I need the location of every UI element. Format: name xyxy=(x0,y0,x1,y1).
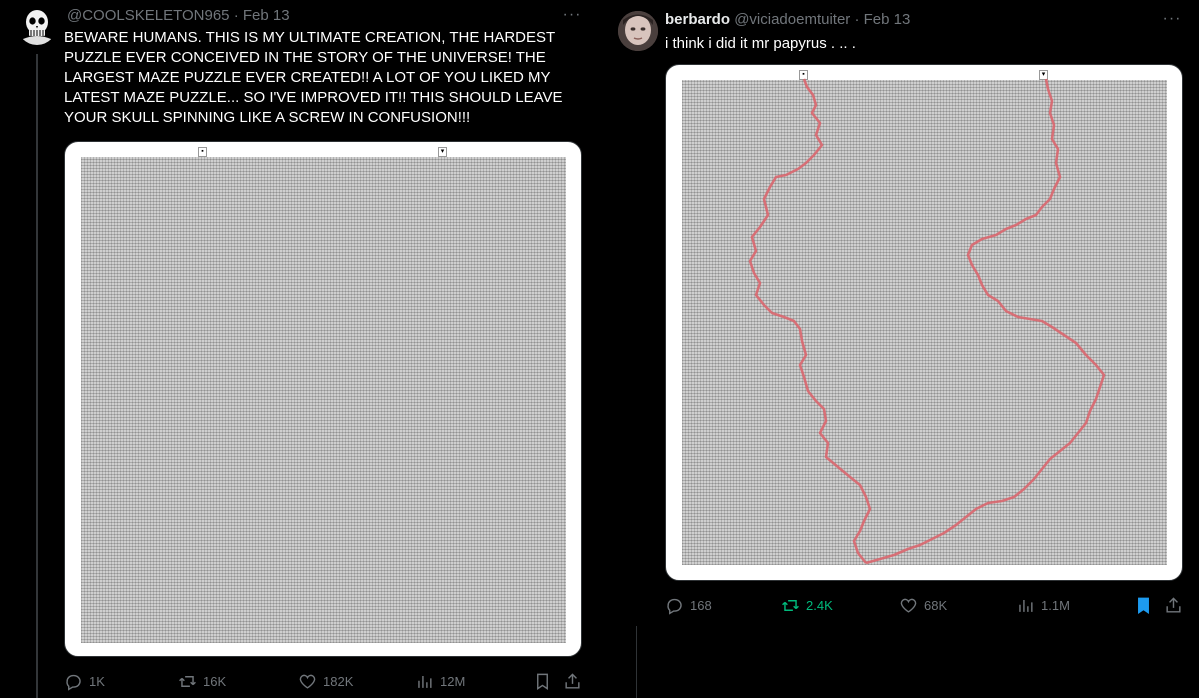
share-button[interactable] xyxy=(1164,594,1189,616)
maze-end-marker: ▾ xyxy=(438,147,447,157)
heart-icon xyxy=(299,674,316,689)
repost-count: 16K xyxy=(203,673,227,689)
like-button[interactable]: 182K xyxy=(298,670,353,692)
views-icon xyxy=(418,675,432,688)
tweet-media[interactable]: ▪ ▾ xyxy=(665,64,1183,581)
repost-count: 2.4K xyxy=(806,597,833,613)
like-button[interactable]: 68K xyxy=(899,594,947,616)
views-count: 12M xyxy=(440,673,466,689)
display-name[interactable]: berbardo xyxy=(665,11,730,28)
tweet-text: BEWARE HUMANS. THIS IS MY ULTIMATE CREAT… xyxy=(64,29,563,126)
reply-icon xyxy=(66,674,81,691)
skull-avatar-icon xyxy=(17,5,57,45)
tweet-actions: 168 2.4K 68K 1.1M xyxy=(665,594,1185,616)
handle[interactable]: @viciadoemtuiter xyxy=(734,11,850,28)
heart-icon xyxy=(900,598,917,613)
tweet-media[interactable]: ▪ ▾ xyxy=(64,141,582,657)
tweet-berbardo[interactable]: berbardo @viciadoemtuiter · Feb 13 ··· i… xyxy=(601,0,1199,626)
tweet-header: berbardo @viciadoemtuiter · Feb 13 xyxy=(665,10,910,30)
reply-count: 168 xyxy=(690,597,712,613)
maze-start-marker: ▪ xyxy=(198,147,207,157)
separator: · xyxy=(854,11,860,28)
views-count: 1.1M xyxy=(1041,597,1070,613)
share-icon xyxy=(1166,596,1181,613)
views-button[interactable]: 12M xyxy=(415,670,465,692)
maze-image xyxy=(81,157,566,643)
avatar-coolskeleton[interactable] xyxy=(17,5,57,45)
thread-line-stub xyxy=(636,626,637,698)
repost-button[interactable]: 16K xyxy=(178,670,226,692)
thread-line xyxy=(36,54,38,698)
tweet-coolskeleton[interactable]: @COOLSKELETON965 · Feb 13 ··· BEWARE HUM… xyxy=(0,0,597,698)
bookmark-icon xyxy=(1138,597,1149,614)
views-icon xyxy=(1019,599,1033,612)
repost-button[interactable]: 2.4K xyxy=(781,594,833,616)
reply-count: 1K xyxy=(89,673,105,689)
repost-icon xyxy=(782,599,799,611)
repost-icon xyxy=(179,675,196,687)
avatar-berbardo[interactable] xyxy=(618,11,658,51)
reply-icon xyxy=(667,598,682,615)
timestamp[interactable]: Feb 13 xyxy=(864,11,911,28)
tweet-actions: 1K 16K 182K 12M xyxy=(64,670,584,692)
bookmark-button[interactable] xyxy=(1134,594,1159,616)
views-button[interactable]: 1.1M xyxy=(1016,594,1070,616)
profile-photo-icon xyxy=(618,11,658,51)
separator: · xyxy=(233,7,239,24)
reply-button[interactable]: 1K xyxy=(64,670,105,692)
more-options-button[interactable]: ··· xyxy=(1160,10,1184,30)
like-count: 68K xyxy=(924,597,948,613)
bookmark-button[interactable] xyxy=(533,670,558,692)
tweet-header: @COOLSKELETON965 · Feb 13 xyxy=(67,6,290,26)
timestamp[interactable]: Feb 13 xyxy=(243,7,290,24)
like-count: 182K xyxy=(323,673,354,689)
tweet-text: i think i did it mr papyrus . .. . xyxy=(665,35,856,52)
share-icon xyxy=(565,672,580,689)
handle[interactable]: @COOLSKELETON965 xyxy=(67,7,230,24)
maze-solution-path xyxy=(748,78,1106,565)
bookmark-icon xyxy=(537,673,548,690)
more-options-button[interactable]: ··· xyxy=(560,6,584,26)
share-button[interactable] xyxy=(563,670,588,692)
reply-button[interactable]: 168 xyxy=(665,594,712,616)
